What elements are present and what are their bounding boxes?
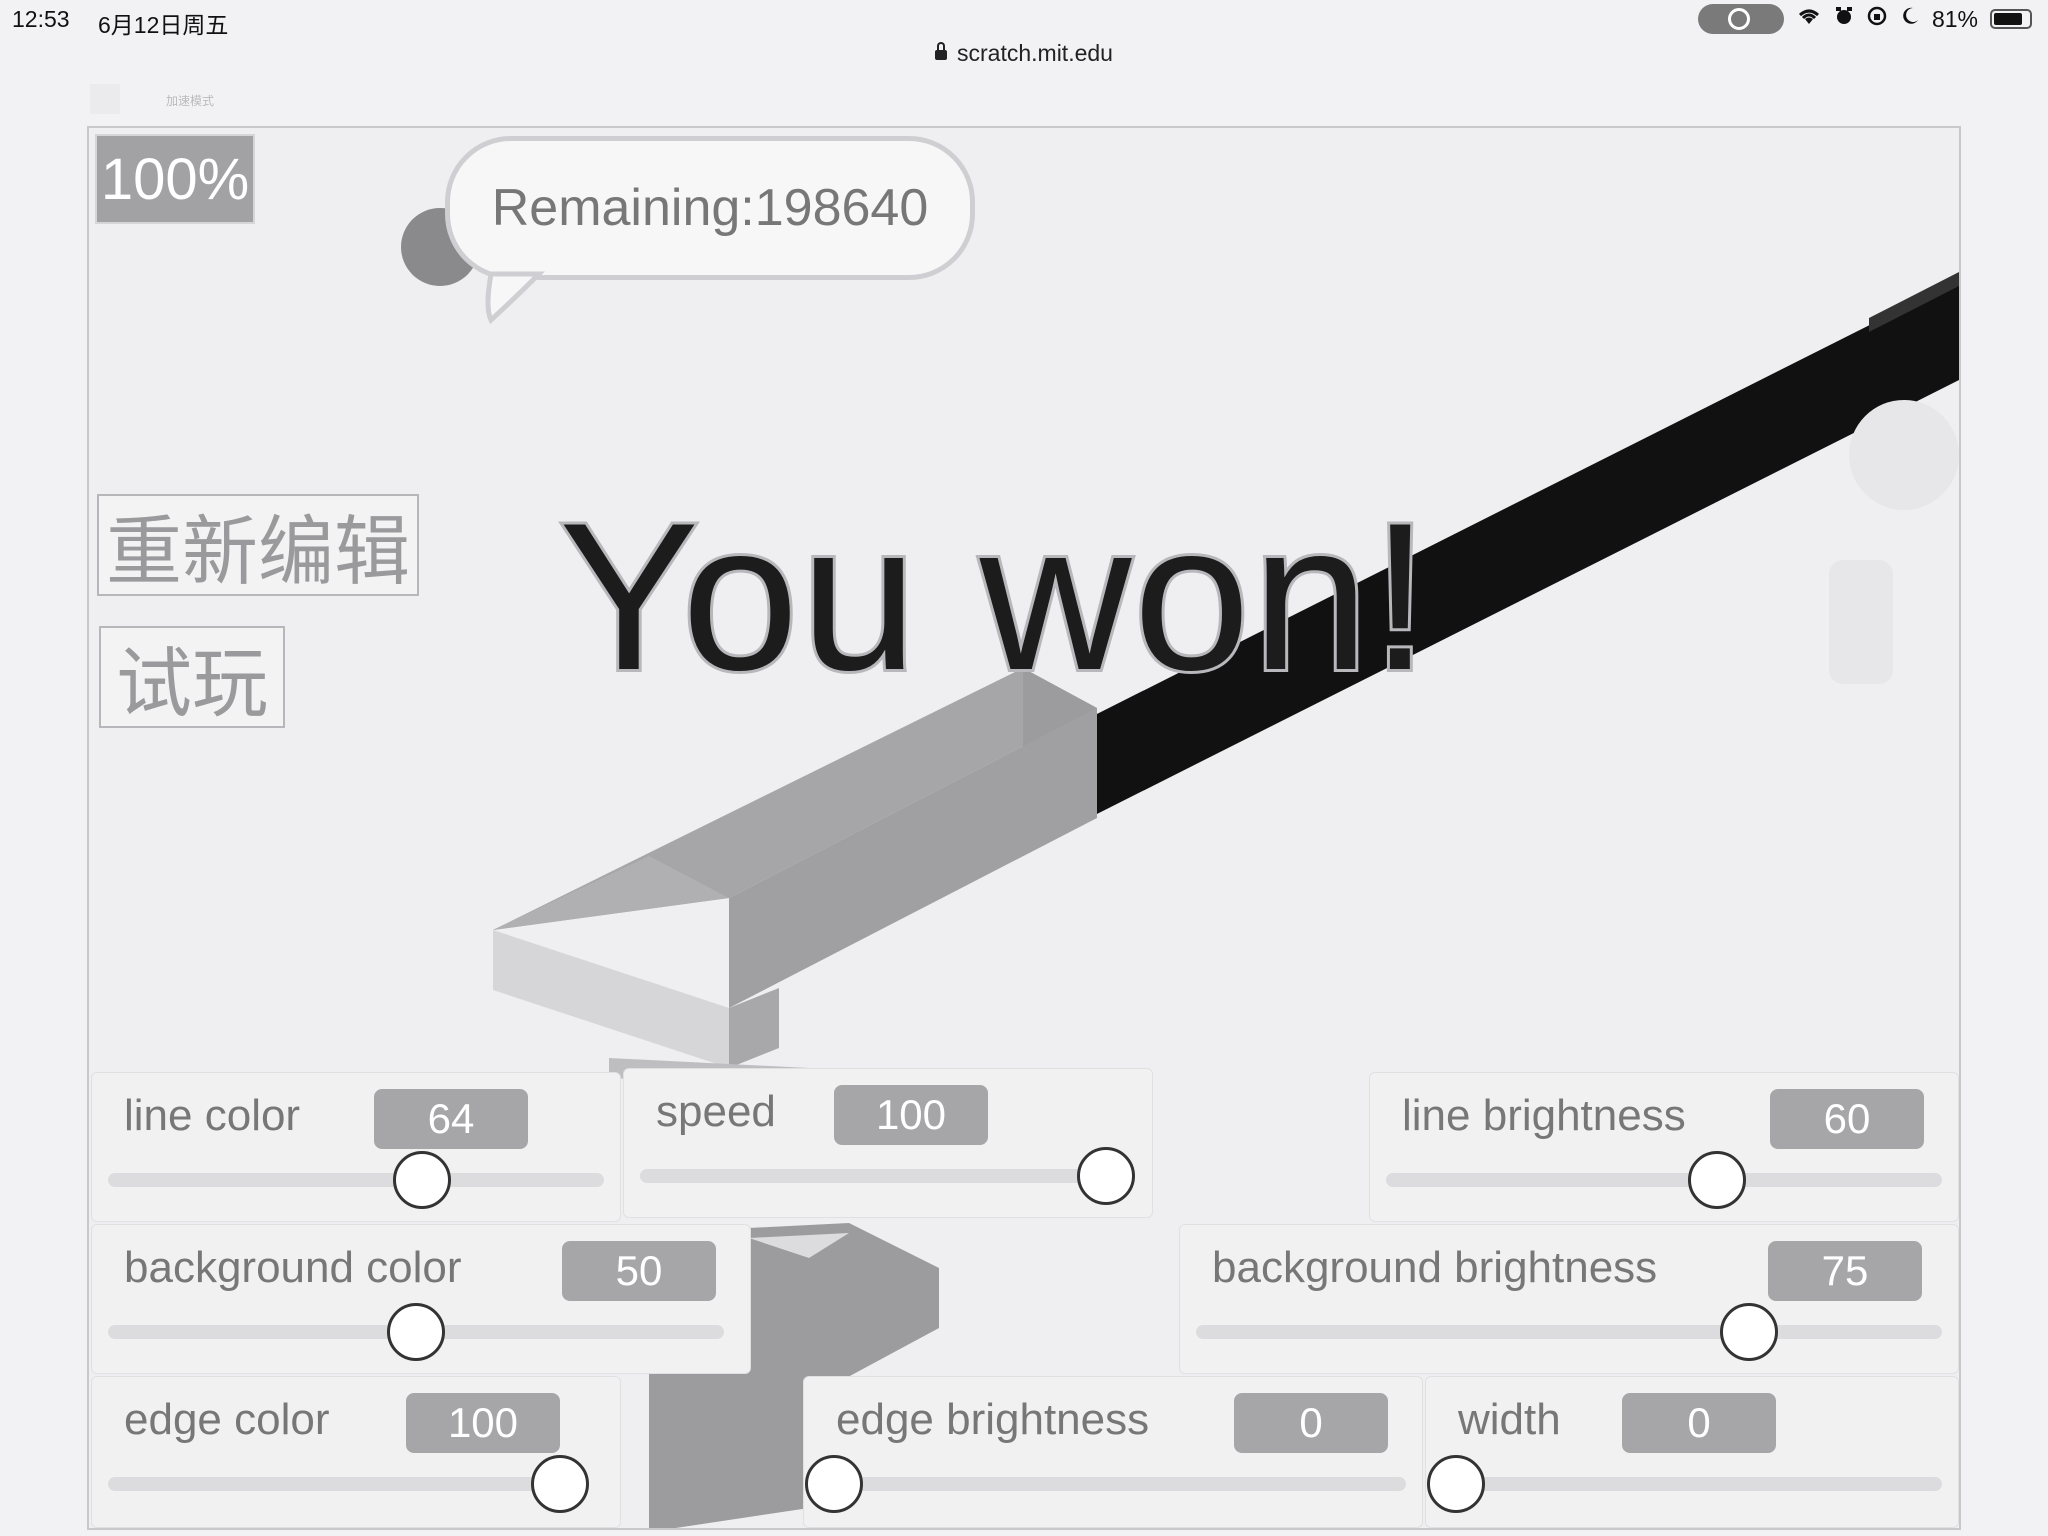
status-time: 12:53 [12,6,70,32]
slider-track[interactable] [1386,1173,1942,1187]
slider-value: 64 [374,1089,528,1149]
slider-label: line brightness [1402,1091,1686,1140]
slider-knob[interactable] [1719,1303,1778,1361]
slider-edge-brightness: edge brightness 0 [803,1376,1423,1528]
mode-label: 加速模式 [166,94,215,108]
slider-knob[interactable] [531,1455,589,1513]
speech-bubble-tail [485,271,545,325]
alarm-icon [1834,6,1854,32]
lock-icon [935,42,948,60]
moon-icon [1900,6,1920,32]
slider-label: edge color [124,1395,330,1444]
slider-width: width 0 [1425,1376,1959,1528]
slider-speed: speed 100 [623,1068,1153,1218]
status-bar: 12:53 6月12日周五 81% [0,0,2048,40]
slider-value: 0 [1234,1393,1388,1453]
slider-knob[interactable] [805,1455,863,1513]
slider-background-brightness: background brightness 75 [1179,1224,1959,1374]
slider-track[interactable] [1196,1325,1942,1339]
slider-track[interactable] [820,1477,1406,1491]
wifi-icon [1796,6,1822,32]
slider-line-color: line color 64 [91,1072,621,1222]
url-bar[interactable]: scratch.mit.edu [0,40,2048,76]
slider-track[interactable] [640,1169,1120,1183]
slider-knob[interactable] [387,1303,445,1361]
mode-toggle-icon[interactable] [90,84,120,114]
slider-value: 100 [834,1085,988,1145]
status-date: 6月12日周五 [98,12,229,38]
remaining-text: Remaining:198640 [491,179,929,237]
status-icons: 81% [1697,4,2032,34]
slider-knob[interactable] [1427,1455,1485,1513]
battery-icon [1990,9,2032,29]
slider-label: edge brightness [836,1395,1150,1444]
play-button[interactable]: 试玩 [99,626,285,728]
slider-knob[interactable] [1077,1147,1135,1205]
slider-label: speed [656,1087,776,1136]
edit-button[interactable]: 重新编辑 [97,494,419,596]
slider-label: line color [124,1091,301,1140]
slider-track[interactable] [108,1477,574,1491]
slider-track[interactable] [1442,1477,1942,1491]
slider-label: width [1458,1395,1561,1444]
slider-label: background brightness [1212,1243,1658,1292]
slider-line-brightness: line brightness 60 [1369,1072,1959,1222]
dpad-icon[interactable] [1849,400,1959,510]
speech-bubble: Remaining:198640 [445,136,975,280]
track-segment-light [493,930,729,1068]
slider-value: 75 [1768,1241,1922,1301]
url-text: scratch.mit.edu [957,40,1113,66]
battery-percent: 81% [1931,5,1978,32]
win-message: You won! [556,476,1432,717]
side-panel-toggle[interactable] [1829,560,1893,684]
slider-knob[interactable] [392,1151,451,1209]
slider-value: 0 [1622,1393,1776,1453]
slider-value: 50 [562,1241,716,1301]
stage[interactable]: 100% Remaining:198640 重新编辑 试玩 You won! l… [87,126,1961,1530]
slider-value: 100 [406,1393,560,1453]
slider-track[interactable] [108,1173,604,1187]
zoom-badge[interactable]: 100% [95,134,255,224]
orientation-lock-icon [1866,5,1888,33]
screen-record-icon[interactable] [1697,4,1784,34]
slider-value: 60 [1770,1089,1924,1149]
slider-edge-color: edge color 100 [91,1376,621,1528]
slider-background-color: background color 50 [91,1224,751,1374]
slider-knob[interactable] [1687,1151,1746,1209]
slider-label: background color [124,1243,462,1292]
